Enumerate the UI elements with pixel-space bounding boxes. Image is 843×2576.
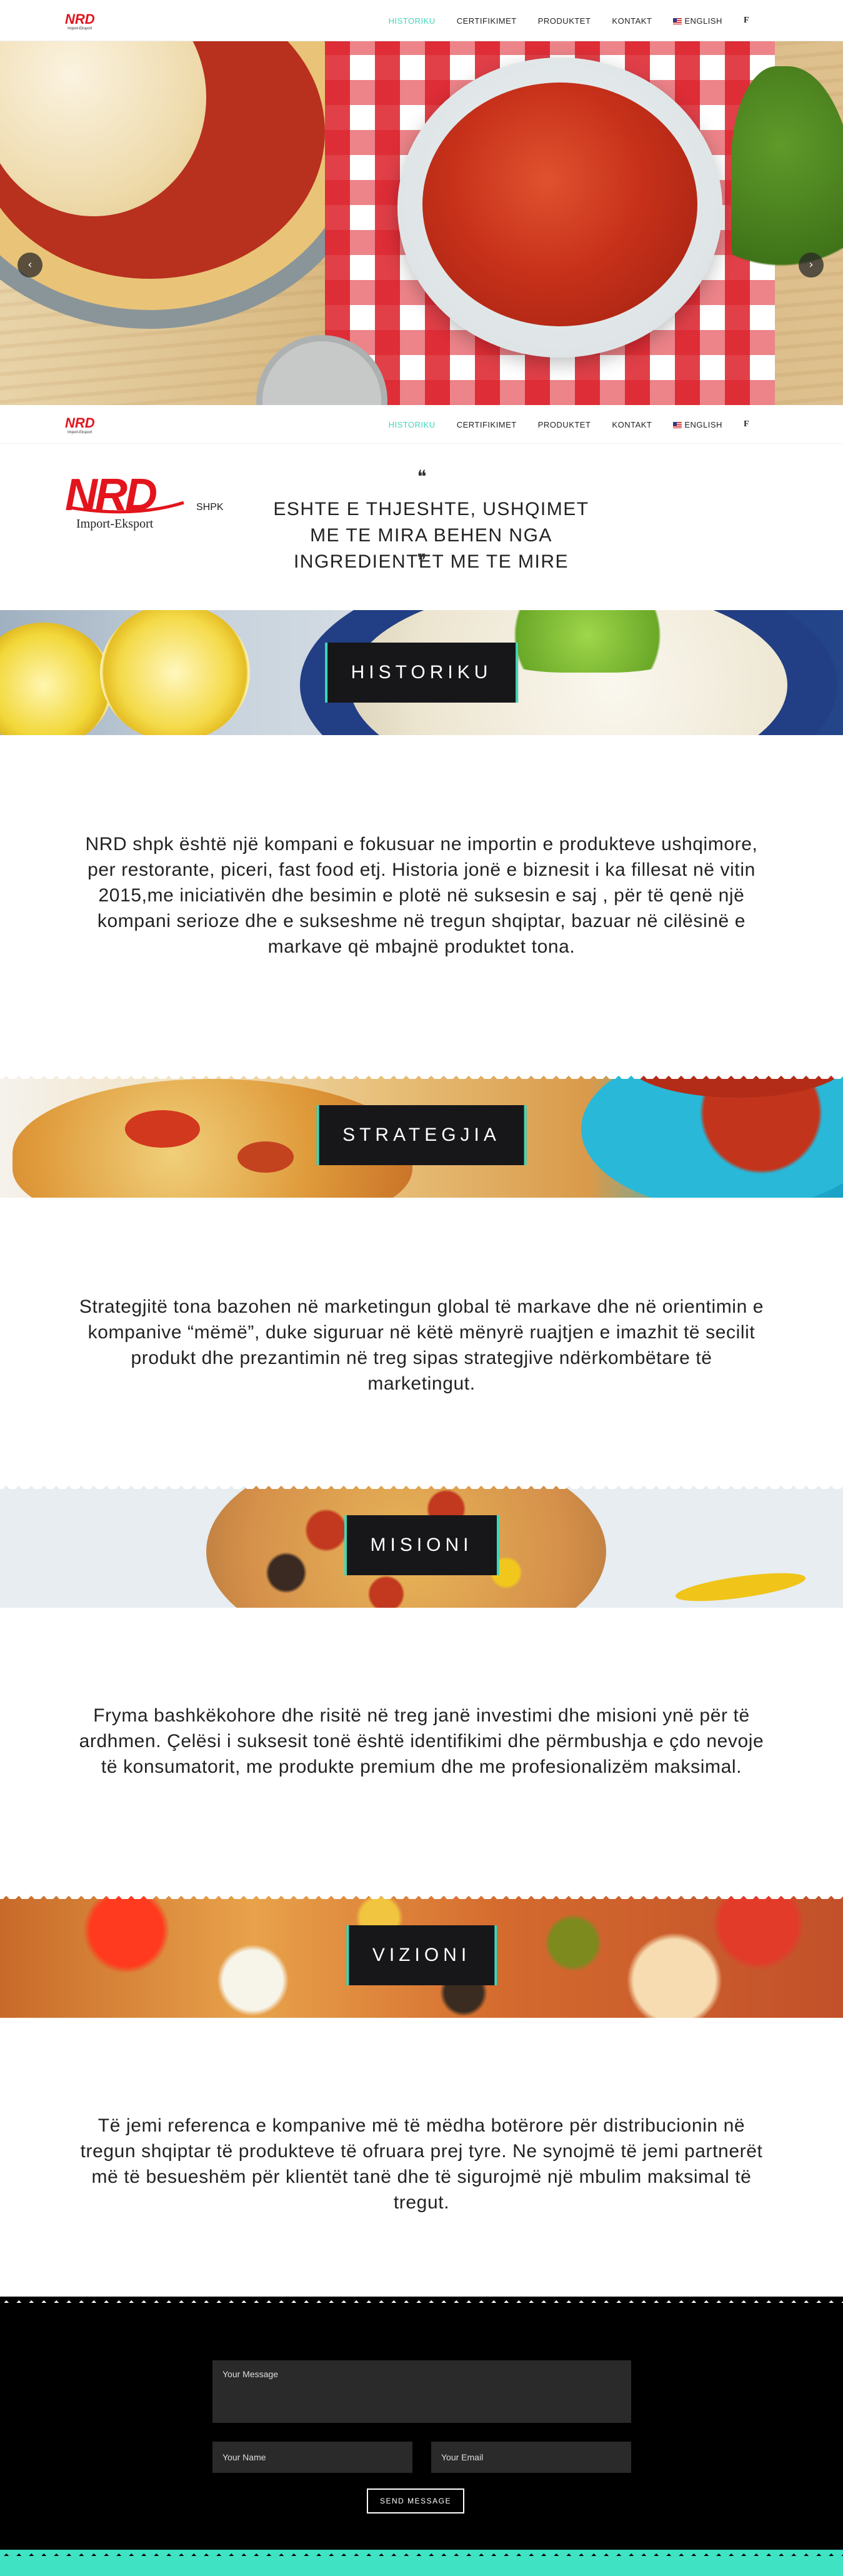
historiku-banner: HISTORIKU <box>0 610 843 735</box>
sticky-nav-item-kontakt[interactable]: KONTAKT <box>612 420 652 429</box>
slider-prev-icon[interactable]: ‹ <box>17 253 42 278</box>
uk-flag-icon <box>673 422 682 429</box>
sticky-nav-item-produktet[interactable]: PRODUKTET <box>538 420 591 429</box>
sticky-navbar: NRD Import-Eksport HISTORIKU CERTIFIKIME… <box>0 405 843 444</box>
nav-item-certifikimet[interactable]: CERTIFIKIMET <box>457 16 517 26</box>
logo-suffix: SHPK <box>196 502 224 513</box>
sticky-nav-item-historiku[interactable]: HISTORIKU <box>389 420 436 429</box>
lemon-image <box>100 610 250 735</box>
historiku-text: NRD shpk është një kompani e fokusuar ne… <box>0 831 843 960</box>
sticky-nav-item-certifikimet[interactable]: CERTIFIKIMET <box>457 420 517 429</box>
uk-flag-icon <box>673 18 682 25</box>
message-textarea[interactable]: Your Message <box>212 2360 631 2423</box>
parsley-image <box>731 66 843 329</box>
zigzag-divider <box>0 2297 843 2304</box>
sticky-nav-item-english[interactable]: ENGLISH <box>673 420 722 429</box>
chili-pepper-image <box>674 1567 807 1607</box>
misioni-text: Fryma bashkëkohore dhe risitë në treg ja… <box>0 1703 843 1780</box>
zigzag-divider <box>0 1483 843 1489</box>
section-title-misioni: MISIONI <box>344 1515 499 1575</box>
section-title-vizioni: VIZIONI <box>346 1925 497 1985</box>
nav-item-kontakt[interactable]: KONTAKT <box>612 16 652 26</box>
contact-section: Your Message Your Name Your Email SEND M… <box>0 2297 843 2576</box>
nrd-logo[interactable]: NRD Import-Eksport <box>65 10 121 31</box>
nrd-logo-large: NRD SHPK Import-Eksport <box>65 471 224 531</box>
logo-tagline: Import-Eksport <box>76 517 154 531</box>
lemon-image <box>0 623 112 735</box>
zigzag-divider <box>0 1893 843 1899</box>
main-nav: HISTORIKU CERTIFIKIMET PRODUKTET KONTAKT… <box>389 0 749 41</box>
quote-section: NRD SHPK Import-Eksport ❝ ESHTE E THJESH… <box>0 444 843 610</box>
section-title-historiku: HISTORIKU <box>324 643 519 703</box>
sticky-nav: HISTORIKU CERTIFIKIMET PRODUKTET KONTAKT… <box>389 405 749 444</box>
quote-open-icon: ❝ <box>417 466 427 487</box>
svg-text:Import-Eksport: Import-Eksport <box>67 431 92 434</box>
quote-close-icon: ❞ <box>417 550 427 571</box>
slider-next-icon[interactable]: › <box>799 253 824 278</box>
strategjia-body: Strategjitë tona bazohen në marketingun … <box>79 1296 764 1394</box>
nrd-logo-sticky[interactable]: NRD Import-Eksport <box>65 414 121 435</box>
vizioni-text: Të jemi referenca e kompanive më të mëdh… <box>0 2113 843 2215</box>
misioni-body: Fryma bashkëkohore dhe risitë në treg ja… <box>79 1705 764 1777</box>
sticky-facebook-icon[interactable]: f <box>744 419 749 429</box>
section-title-strategjia: STRATEGJIA <box>316 1105 527 1165</box>
svg-text:Import-Eksport: Import-Eksport <box>67 27 92 31</box>
nav-item-english[interactable]: ENGLISH <box>673 16 722 26</box>
top-navbar: NRD Import-Eksport HISTORIKU CERTIFIKIME… <box>0 0 843 41</box>
vizioni-banner: VIZIONI <box>0 1893 843 2018</box>
send-message-button[interactable]: SEND MESSAGE <box>367 2488 464 2513</box>
zigzag-divider <box>0 1073 843 1079</box>
strategjia-text: Strategjitë tona bazohen në marketingun … <box>0 1294 843 1396</box>
tomato-sauce-image <box>422 83 697 326</box>
svg-text:NRD: NRD <box>65 11 95 27</box>
name-input[interactable]: Your Name <box>212 2442 412 2473</box>
strategjia-banner: STRATEGJIA <box>0 1073 843 1198</box>
pepper-image <box>237 1141 294 1173</box>
email-input[interactable]: Your Email <box>431 2442 631 2473</box>
facebook-icon[interactable]: f <box>744 16 749 26</box>
nav-item-historiku[interactable]: HISTORIKU <box>389 16 436 26</box>
misioni-banner: MISIONI <box>0 1483 843 1608</box>
hero-slider: ‹ › <box>0 41 843 405</box>
footer-bar <box>0 2550 843 2576</box>
quote-text: ESHTE E THJESHTE, USHQIMET ME TE MIRA BE… <box>273 499 589 572</box>
svg-text:NRD: NRD <box>65 415 95 431</box>
vizioni-body: Të jemi referenca e kompanive më të mëdh… <box>80 2115 763 2213</box>
nav-item-produktet[interactable]: PRODUKTET <box>538 16 591 26</box>
historiku-body: NRD shpk është një kompani e fokusuar ne… <box>85 834 758 957</box>
pepper-image <box>125 1110 200 1148</box>
